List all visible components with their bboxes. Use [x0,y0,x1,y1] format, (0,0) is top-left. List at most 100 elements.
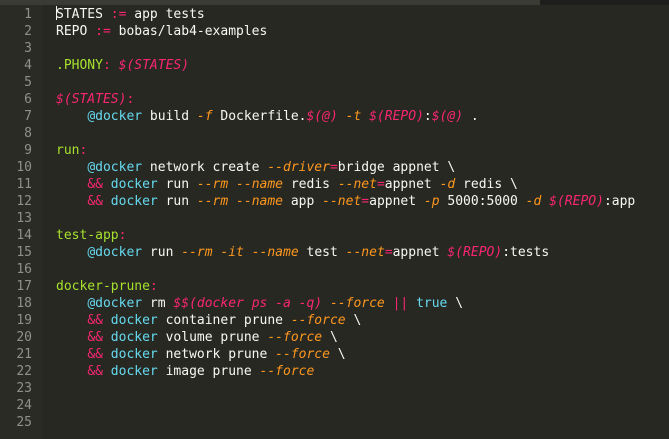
code-line[interactable]: 1 STATES := app tests [0,6,669,23]
line-code: @docker rm $$(docker ps -a -q) --force |… [56,295,463,312]
code-token: 5000:5000 [439,194,526,209]
code-token: \ [322,330,338,345]
code-line[interactable]: 20 && docker volume prune --force \ [0,329,669,346]
code-token: -d [439,177,456,192]
code-line[interactable]: 10 @docker network create --driver=bridg… [0,159,669,176]
line-number: 18 [16,296,32,311]
code-token: --force [329,296,385,311]
code-token: $$(docker ps -a -q) [173,296,323,311]
code-line[interactable]: 15 @docker run --rm -it --name test --ne… [0,244,669,261]
code-token: run [157,177,197,192]
line-number: 17 [16,279,32,294]
tab-bar [0,0,669,5]
code-line[interactable]: 21 && docker network prune --force \ [0,346,669,363]
code-token: :app [603,194,636,209]
code-token: -p [423,194,440,209]
line-number: 5 [24,75,32,90]
code-line[interactable]: 3 [0,40,669,57]
code-token: : [79,143,88,158]
code-token: docker-prune [56,279,150,294]
line-code: @docker build -f Dockerfile.$(@) -t $(RE… [56,108,478,125]
line-number: 21 [16,347,32,362]
code-token: $(REPO) [447,245,503,260]
code-line[interactable]: 19 && docker container prune --force \ [0,312,669,329]
code-token: docker [110,330,158,345]
code-line[interactable]: 11 && docker run --rm --name redis --net… [0,176,669,193]
code-token: bridge appnet \ [337,160,456,175]
code-line[interactable]: 24 [0,397,669,414]
code-line[interactable]: 16 [0,261,669,278]
code-token: = [361,194,370,209]
active-tab[interactable] [0,0,540,5]
code-token: run [157,194,197,209]
code-line[interactable]: 22 && docker image prune --force [0,363,669,380]
code-token: $(STATES) [56,92,127,107]
code-token: && [87,194,103,209]
code-line[interactable]: 6 $(STATES): [0,91,669,108]
code-token: @docker [87,109,143,124]
line-number: 8 [24,126,32,141]
line-code: && docker image prune --force [56,363,314,380]
code-line[interactable]: 18 @docker rm $$(docker ps -a -q) --forc… [0,295,669,312]
code-token: -d [525,194,542,209]
code-line[interactable]: 13 [0,210,669,227]
code-token: \ [447,296,464,311]
code-token: && [87,177,103,192]
code-token: container prune [157,313,291,328]
code-line[interactable]: 17 docker-prune: [0,278,669,295]
code-line[interactable]: 14 test-app: [0,227,669,244]
code-token: --force [267,330,323,345]
code-line[interactable]: 2 REPO := bobas/lab4-examples [0,23,669,40]
code-token: app tests [134,7,205,22]
code-token: : [149,279,158,294]
code-token: docker [110,194,158,209]
code-token: \ [345,313,362,328]
code-token: image prune [157,364,260,379]
code-line[interactable]: 12 && docker run --rm --name app --net=a… [0,193,669,210]
code-token: --name [236,177,284,192]
code-editor[interactable]: 1 STATES := app tests 2 REPO := bobas/lab4-… [0,0,669,439]
code-token: = [329,160,338,175]
code-token: --name [251,245,299,260]
code-token: appnet [369,194,424,209]
code-line[interactable]: 23 [0,380,669,397]
line-number: 2 [24,24,32,39]
code-line[interactable]: 4 .PHONY: $(STATES) [0,57,669,74]
code-line[interactable]: 7 @docker build -f Dockerfile.$(@) -t $(… [0,108,669,125]
code-line[interactable]: 9 run: [0,142,669,159]
line-code: $(STATES): [56,91,134,108]
line-code: && docker run --rm --name redis --net=ap… [56,176,518,193]
line-code: .PHONY: $(STATES) [56,57,189,74]
code-token: : [423,109,432,124]
line-code: REPO := bobas/lab4-examples [56,23,267,40]
line-number: 24 [16,398,32,413]
code-token: : [102,58,119,73]
line-code: docker-prune: [56,278,158,295]
code-token: network prune [157,347,276,362]
code-token: -f [196,109,213,124]
code-token: redis \ [455,177,518,192]
code-line[interactable]: 5 [0,74,669,91]
code-token: run [56,143,80,158]
line-number: 13 [16,211,32,226]
code-line[interactable]: 25 [0,414,669,431]
code-lines[interactable]: 1 STATES := app tests 2 REPO := bobas/lab4-… [0,6,669,431]
line-number: 10 [16,160,32,175]
line-number: 1 [24,7,32,22]
code-line[interactable]: 8 [0,125,669,142]
line-code: @docker run --rm -it --name test --net=a… [56,244,549,261]
line-number: 11 [16,177,32,192]
code-token: --driver [267,160,330,175]
line-code: && docker network prune --force \ [56,346,345,363]
code-token: network create [142,160,268,175]
